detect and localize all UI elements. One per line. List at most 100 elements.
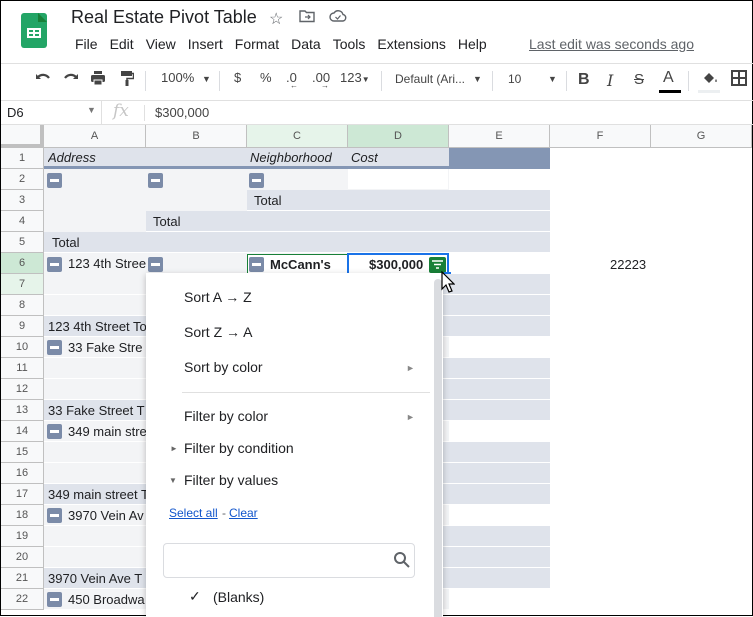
last-edit-link[interactable]: Last edit was seconds ago [529, 36, 694, 52]
collapse-icon[interactable] [249, 173, 264, 188]
clear-link[interactable]: Clear [229, 506, 258, 520]
column-header-e[interactable]: E [449, 125, 550, 148]
cell-a9[interactable]: 123 4th Street To [48, 317, 146, 337]
row-header-17[interactable]: 17 [1, 484, 44, 505]
italic-button[interactable]: I [607, 71, 613, 90]
menu-view[interactable]: View [140, 36, 182, 52]
menu-insert[interactable]: Insert [182, 36, 229, 52]
paint-format-icon[interactable] [120, 70, 135, 91]
collapse-icon[interactable] [47, 173, 62, 188]
cell-a6[interactable]: 123 4th Stree [68, 254, 146, 274]
cell-a1[interactable]: Address [48, 148, 96, 168]
collapse-triangle-icon[interactable]: ▼ [169, 476, 177, 485]
name-box-dropdown-icon[interactable]: ▼ [87, 105, 96, 115]
column-header-f[interactable]: F [550, 125, 651, 148]
row-header-9[interactable]: 9 [1, 316, 44, 337]
menu-data[interactable]: Data [285, 36, 327, 52]
borders-icon[interactable] [731, 70, 747, 91]
move-folder-icon[interactable] [299, 9, 315, 28]
bold-button[interactable]: B [578, 71, 590, 89]
collapse-icon[interactable] [47, 340, 62, 355]
expand-triangle-icon[interactable]: ► [170, 444, 178, 453]
select-all-corner[interactable] [1, 125, 44, 148]
strikethrough-button[interactable]: S [634, 71, 644, 88]
cell-c3[interactable]: Total [254, 191, 281, 211]
column-header-b[interactable]: B [146, 125, 247, 148]
more-formats-button[interactable]: 123▼ [340, 70, 370, 85]
collapse-icon[interactable] [47, 508, 62, 523]
menu-help[interactable]: Help [452, 36, 493, 52]
cell-d2[interactable] [348, 169, 448, 189]
row-header-10[interactable]: 10 [1, 337, 44, 358]
cell-d1[interactable]: Cost [351, 148, 378, 168]
filter-by-color-item[interactable]: Filter by color [184, 408, 268, 424]
row-header-7[interactable]: 7 [1, 274, 44, 295]
cell-a5[interactable]: Total [52, 233, 79, 253]
cell-a22[interactable]: 450 Broadwa [68, 590, 146, 610]
zoom-dropdown-icon[interactable]: ▼ [202, 74, 211, 84]
filter-by-condition-item[interactable]: Filter by condition [184, 440, 294, 456]
row-header-6[interactable]: 6 [1, 253, 44, 274]
row-header-3[interactable]: 3 [1, 190, 44, 211]
name-box[interactable]: D6 [7, 105, 24, 120]
row-header-15[interactable]: 15 [1, 442, 44, 463]
collapse-icon[interactable] [47, 424, 62, 439]
row-header-21[interactable]: 21 [1, 568, 44, 589]
sort-by-color-item[interactable]: Sort by color [184, 359, 263, 375]
percent-format-button[interactable]: % [260, 70, 272, 85]
collapse-icon[interactable] [47, 257, 62, 272]
select-all-link[interactable]: Select all [169, 506, 218, 520]
menu-scrollbar[interactable] [434, 279, 442, 617]
column-header-a[interactable]: A [44, 125, 146, 148]
cell-a13[interactable]: 33 Fake Street T [48, 401, 146, 421]
menu-tools[interactable]: Tools [327, 36, 372, 52]
redo-icon[interactable] [62, 70, 80, 91]
cell-a10[interactable]: 33 Fake Stre [68, 338, 146, 358]
font-size-select[interactable]: 10 [508, 72, 521, 86]
document-title[interactable]: Real Estate Pivot Table [71, 7, 257, 28]
currency-format-button[interactable]: $ [234, 70, 241, 85]
cloud-saved-icon[interactable] [329, 9, 347, 28]
cell-a17[interactable]: 349 main street T [48, 485, 146, 505]
sort-z-a-item[interactable]: Sort Z → A [184, 324, 252, 340]
font-dropdown-icon[interactable]: ▼ [473, 74, 482, 84]
menu-file[interactable]: File [69, 36, 104, 52]
collapse-icon[interactable] [148, 257, 163, 272]
checkmark-icon[interactable]: ✓ [189, 588, 201, 605]
column-header-d[interactable]: D [348, 125, 449, 148]
menu-extensions[interactable]: Extensions [371, 36, 451, 52]
row-header-5[interactable]: 5 [1, 232, 44, 253]
undo-icon[interactable] [34, 70, 52, 91]
cell-b4[interactable]: Total [153, 212, 180, 232]
print-icon[interactable] [90, 70, 106, 91]
column-header-c[interactable]: C [247, 125, 348, 148]
sheets-logo[interactable] [21, 13, 47, 48]
cell-f6[interactable]: 22223 [610, 255, 646, 275]
row-header-19[interactable]: 19 [1, 526, 44, 547]
star-icon[interactable]: ☆ [269, 9, 283, 29]
menu-edit[interactable]: Edit [104, 36, 140, 52]
formula-input[interactable]: $300,000 [155, 105, 209, 120]
row-header-18[interactable]: 18 [1, 505, 44, 526]
row-header-11[interactable]: 11 [1, 358, 44, 379]
sort-a-z-item[interactable]: Sort A → Z [184, 289, 252, 305]
filter-search-input[interactable] [163, 543, 415, 578]
row-header-14[interactable]: 14 [1, 421, 44, 442]
column-header-g[interactable]: G [651, 125, 752, 148]
row-header-2[interactable]: 2 [1, 169, 44, 190]
filter-by-values-item[interactable]: Filter by values [184, 472, 278, 488]
cell-c1[interactable]: Neighborhood [250, 148, 332, 168]
cell-a18[interactable]: 3970 Vein Av [68, 506, 146, 526]
collapse-icon[interactable] [148, 173, 163, 188]
font-size-dropdown-icon[interactable]: ▼ [548, 74, 557, 84]
row-header-13[interactable]: 13 [1, 400, 44, 421]
row-header-16[interactable]: 16 [1, 463, 44, 484]
row-header-4[interactable]: 4 [1, 211, 44, 232]
fill-color-icon[interactable] [701, 70, 719, 91]
menu-format[interactable]: Format [229, 36, 285, 52]
cell-a14[interactable]: 349 main stre [68, 422, 146, 442]
row-header-20[interactable]: 20 [1, 547, 44, 568]
row-header-22[interactable]: 22 [1, 589, 44, 610]
font-family-select[interactable]: Default (Ari... [395, 72, 465, 86]
zoom-select[interactable]: 100% [161, 70, 194, 85]
